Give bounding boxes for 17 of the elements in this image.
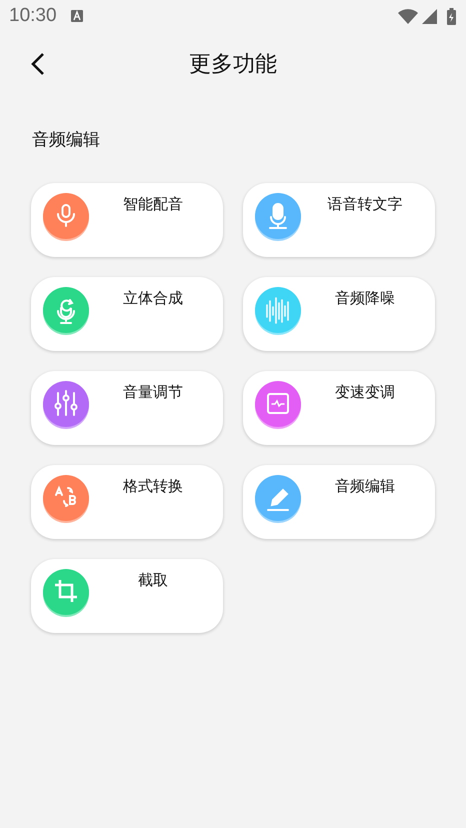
feature-card[interactable]: 变速变调 bbox=[243, 371, 435, 445]
battery-icon bbox=[447, 8, 456, 24]
feature-card[interactable]: 智能配音 bbox=[31, 183, 223, 257]
notification-icon bbox=[70, 10, 83, 22]
back-icon bbox=[31, 52, 45, 76]
signal-icon bbox=[422, 8, 437, 24]
feature-card[interactable]: 立体合成 bbox=[31, 277, 223, 351]
section-title: 音频编辑 bbox=[32, 129, 101, 151]
feature-card[interactable]: 音频降噪 bbox=[243, 277, 435, 351]
wifi-icon bbox=[398, 8, 418, 24]
status-time: 10:30 bbox=[9, 5, 57, 27]
feature-card[interactable]: 音量调节 bbox=[31, 371, 223, 445]
feature-card[interactable]: 截取 bbox=[31, 559, 223, 633]
page-title: 更多功能 bbox=[189, 51, 277, 79]
feature-card[interactable]: 音频编辑 bbox=[243, 465, 435, 539]
feature-card[interactable]: 语音转文字 bbox=[243, 183, 435, 257]
feature-card[interactable]: 格式转换 bbox=[31, 465, 223, 539]
